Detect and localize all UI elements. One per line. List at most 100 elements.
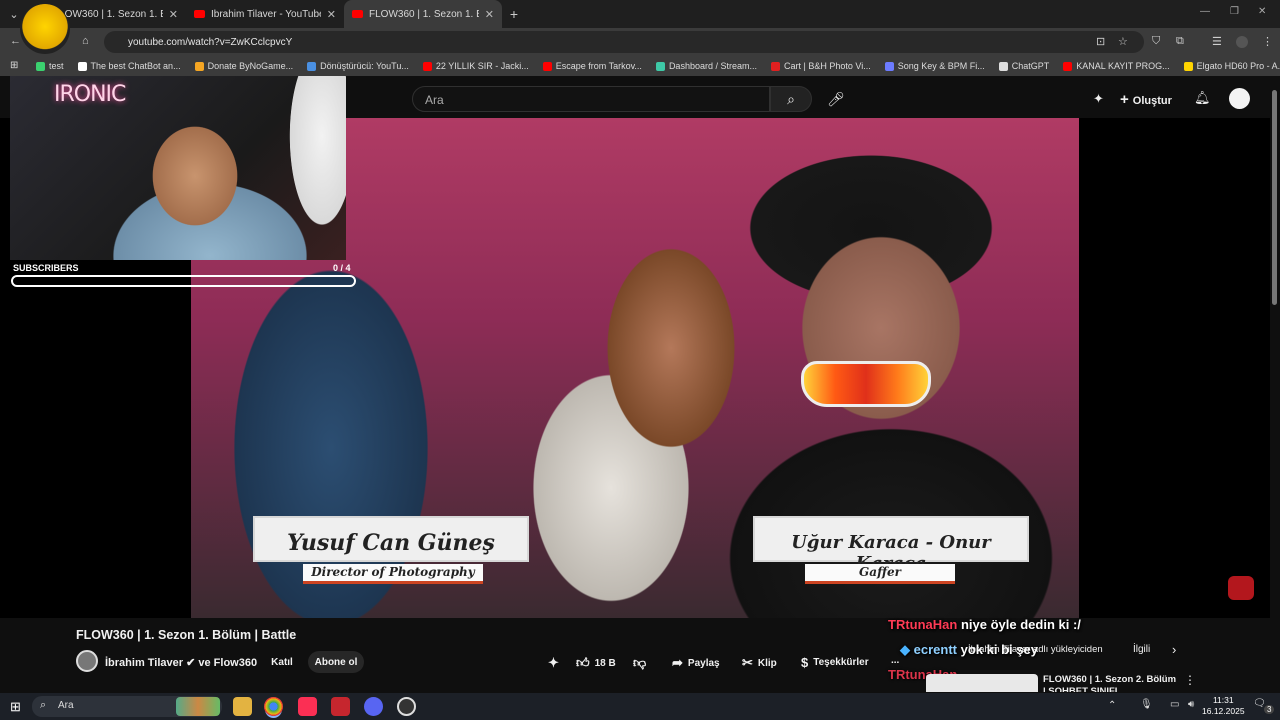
extensions-icon[interactable]: ⧉ [1176, 35, 1184, 48]
bookmark-label: test [49, 61, 64, 71]
star-icon[interactable]: ☆ [1118, 35, 1128, 48]
shield-icon[interactable]: ⛉ [1152, 35, 1160, 48]
restore-icon[interactable]: ❐ [1230, 6, 1239, 17]
install-app-icon[interactable]: ⊡ [1096, 35, 1105, 48]
chat-username: TRtunaHan [888, 617, 958, 632]
minimize-icon[interactable]: — [1200, 6, 1210, 17]
music-app-icon[interactable] [298, 697, 317, 716]
media-controls-icon[interactable]: ☰ [1212, 35, 1222, 48]
bookmark-item[interactable]: 22 YILLIK SIR - Jacki... [422, 61, 529, 71]
channel-watermark-icon[interactable] [1228, 576, 1254, 600]
chevron-right-icon[interactable]: › [1172, 642, 1176, 657]
close-window-icon[interactable]: ✕ [1258, 6, 1266, 17]
page-scrollbar[interactable] [1270, 76, 1280, 693]
bookmark-item[interactable]: Cart | B&H Photo Vi... [770, 61, 871, 71]
close-icon[interactable]: ✕ [327, 8, 336, 21]
new-tab-button[interactable]: + [502, 6, 526, 22]
obs-icon[interactable] [397, 697, 416, 716]
bookmark-label: ChatGPT [1011, 61, 1050, 71]
profile-avatar[interactable] [1236, 36, 1248, 48]
webcam-overlay: IRONIC [10, 76, 346, 260]
apps-icon[interactable]: ⊞ [10, 60, 18, 71]
search-input[interactable]: Ara [412, 86, 770, 112]
thumbs-up-icon: 👍︎ [576, 655, 590, 670]
url-text: youtube.com/watch?v=ZwKCclcpvcY [128, 36, 293, 48]
widget-thumbnail[interactable] [176, 697, 220, 716]
voicemod-icon[interactable] [331, 697, 350, 716]
close-icon[interactable]: ✕ [485, 8, 494, 21]
system-clock[interactable]: 11:31 16.12.2025 [1202, 695, 1245, 717]
video-title: FLOW360 | 1. Sezon 1. Bölüm | Battle [76, 628, 297, 642]
bookmark-item[interactable]: Song Key & BPM Fi... [884, 61, 985, 71]
back-icon[interactable]: ← [10, 35, 21, 47]
search-button[interactable]: ⌕ [770, 86, 812, 112]
scissors-icon: ✂ [742, 655, 753, 670]
uploader-filter-chip[interactable]: İbrahim Tilaver adlı yükleyiciden [968, 644, 1103, 655]
more-actions-button[interactable]: ... [891, 655, 899, 666]
bookmark-item[interactable]: KANAL KAYIT PROG... [1063, 61, 1170, 71]
share-button[interactable]: ➦ Paylaş [672, 655, 720, 671]
more-vert-icon[interactable]: ⋮ [1184, 673, 1196, 687]
volume-icon[interactable]: 🔊︎ [1188, 699, 1194, 710]
bookmark-item[interactable]: Elgato HD60 Pro - A... [1183, 61, 1280, 71]
home-icon[interactable]: ⌂ [82, 35, 89, 47]
bookmark-favicon-icon [307, 61, 317, 71]
bookmark-favicon-icon [1063, 61, 1073, 71]
join-button[interactable]: Katıl [262, 651, 302, 673]
bookmark-favicon-icon [655, 61, 665, 71]
channel-name[interactable]: İbrahim Tilaver ✔ ve Flow360 [105, 656, 257, 669]
bookmark-item[interactable]: The best ChatBot an... [77, 61, 181, 71]
bookmark-favicon-icon [77, 61, 87, 71]
thanks-button[interactable]: $ Teşekkürler [801, 655, 869, 670]
bookmark-label: The best ChatBot an... [90, 61, 181, 71]
browser-tab[interactable]: İbrahim Tilaver - YouTube ✕ [186, 0, 344, 28]
gemini-icon[interactable]: ✦ [1093, 91, 1104, 107]
notification-badge: 3 [1264, 705, 1275, 714]
subscribe-button[interactable]: Abone ol [308, 651, 364, 673]
address-bar[interactable]: youtube.com/watch?v=ZwKCclcpvcY [104, 31, 1144, 53]
dislike-button[interactable]: 👎︎ [633, 655, 646, 671]
like-button[interactable]: 👍︎ 18 B [576, 655, 616, 671]
menu-icon[interactable]: ⋮ [1262, 35, 1273, 48]
bookmark-item[interactable]: ChatGPT [998, 61, 1050, 71]
chrome-icon[interactable] [264, 697, 283, 716]
tab-title: FLOW360 | 1. Sezon 1. Bölüm | [53, 8, 163, 20]
microphone-icon[interactable]: 🎤︎ [824, 87, 848, 111]
network-icon[interactable]: ▭ [1170, 699, 1179, 710]
bookmark-item[interactable]: Escape from Tarkov... [542, 61, 642, 71]
scrollbar-thumb[interactable] [1272, 90, 1277, 305]
windows-taskbar: ⊞ ⌕ Ara ⌃ 🎙︎ ▭ 🔊︎ 11:31 16.12.2025 🗨︎ 3 [0, 693, 1280, 720]
thanks-icon: $ [801, 655, 809, 670]
bookmark-favicon-icon [194, 61, 204, 71]
bookmark-label: Dashboard / Stream... [668, 61, 757, 71]
close-icon[interactable]: ✕ [169, 8, 178, 21]
tab-title: İbrahim Tilaver - YouTube [211, 8, 321, 20]
browser-toolbar: ← ⌂ youtube.com/watch?v=ZwKCclcpvcY ⊡ ☆ … [0, 28, 1280, 56]
bookmark-item[interactable]: Dönüştürücü: YouTu... [307, 61, 409, 71]
channel-avatar[interactable] [76, 650, 98, 672]
create-button[interactable]: + Oluştur [1120, 91, 1172, 108]
file-explorer-icon[interactable] [233, 697, 252, 716]
bookmark-item[interactable]: test [36, 61, 64, 71]
bookmark-item[interactable]: Dashboard / Stream... [655, 61, 757, 71]
browser-tab-active[interactable]: FLOW360 | 1. Sezon 1. Bölüm | ✕ [344, 0, 502, 28]
discord-icon[interactable] [364, 697, 383, 716]
bookmark-favicon-icon [36, 61, 45, 71]
ask-icon[interactable]: ✦ [548, 655, 559, 671]
related-chip[interactable]: İlgili [1133, 644, 1150, 655]
lower-third-name: Yusuf Can Güneş [253, 516, 529, 562]
related-video-thumbnail[interactable] [926, 674, 1038, 692]
tray-chevron-icon[interactable]: ⌃ [1108, 700, 1116, 711]
bookmark-favicon-icon [998, 61, 1008, 71]
youtube-icon [352, 10, 363, 18]
clip-button[interactable]: ✂ Klip [742, 655, 777, 671]
windows-start-icon[interactable]: ⊞ [10, 699, 21, 715]
bookmark-label: Cart | B&H Photo Vi... [783, 61, 871, 71]
mic-tray-icon[interactable]: 🎙︎ [1140, 699, 1153, 710]
lower-third-name: Uğur Karaca - Onur Karaca [753, 516, 1029, 574]
bookmark-item[interactable]: Donate ByNoGame... [194, 61, 294, 71]
account-avatar[interactable] [1229, 88, 1250, 109]
bookmark-label: Donate ByNoGame... [207, 61, 294, 71]
related-video-title[interactable]: FLOW360 | 1. Sezon 2. Bölüm | SOHBET SIN… [1043, 674, 1179, 692]
bell-icon[interactable]: 🔔︎ [1194, 90, 1211, 106]
